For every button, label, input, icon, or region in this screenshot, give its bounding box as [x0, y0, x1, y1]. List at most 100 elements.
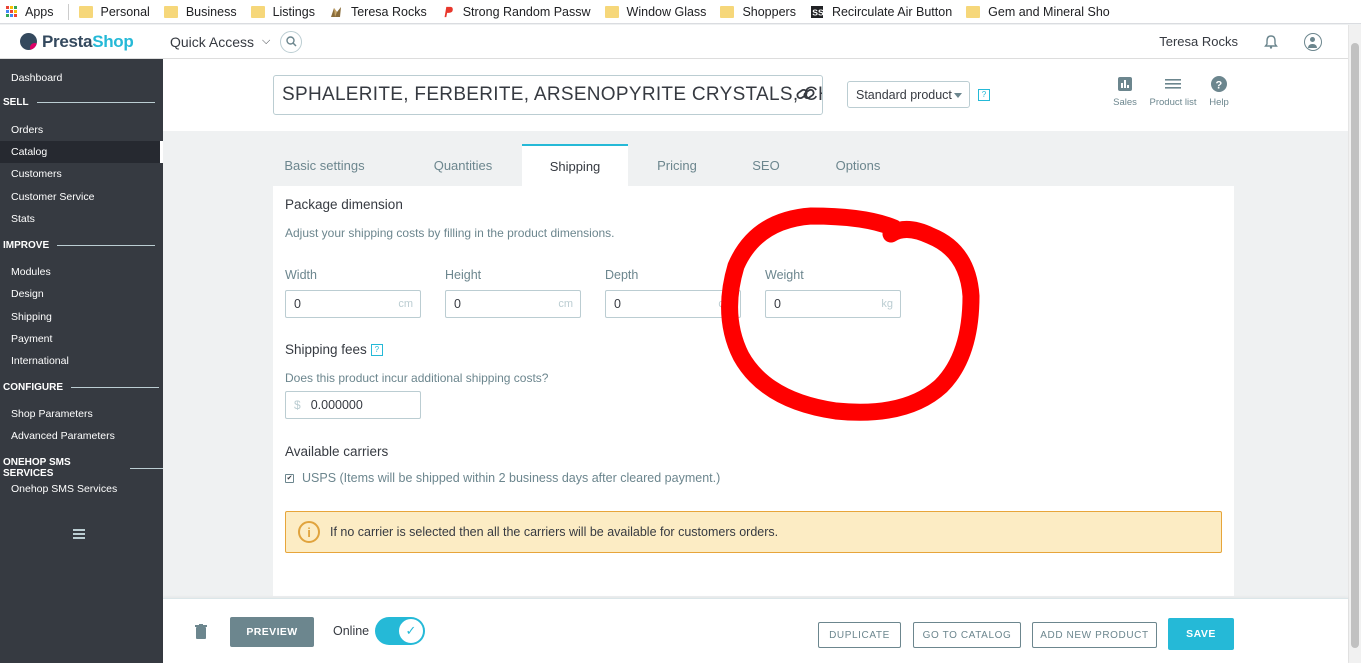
online-toggle[interactable]: ✓	[375, 617, 425, 645]
height-value: 0	[454, 297, 461, 311]
section-title: IMPROVE	[3, 240, 50, 251]
tab-shipping[interactable]: Shipping	[522, 144, 628, 186]
sidebar-item-design[interactable]: Design	[11, 288, 44, 300]
product-name-input[interactable]: SPHALERITE, FERBERITE, ARSENOPYRITE CRYS…	[273, 75, 823, 115]
bookmark-label: Strong Random Passw	[462, 4, 591, 19]
sidebar-item-shop-parameters[interactable]: Shop Parameters	[11, 408, 93, 420]
scrollbar-thumb[interactable]	[1351, 43, 1359, 648]
check-icon: ✓	[398, 618, 424, 644]
bookmark-label: Apps	[25, 4, 54, 19]
depth-value: 0	[614, 297, 621, 311]
preview-button[interactable]: PREVIEW	[230, 617, 314, 647]
sidebar-item-label: Catalog	[11, 146, 48, 158]
sidebar-item-onehop-sms[interactable]: Onehop SMS Services	[11, 483, 117, 495]
tab-quantities[interactable]: Quantities	[406, 144, 520, 186]
height-unit: cm	[558, 298, 573, 310]
trash-icon[interactable]	[195, 624, 207, 639]
help-label: Help	[1209, 97, 1229, 108]
shipping-fees-title: Shipping fees?	[285, 342, 383, 357]
sidebar-item-catalog[interactable]: Catalog	[0, 141, 163, 163]
tab-seo[interactable]: SEO	[741, 144, 791, 186]
product-type-select[interactable]: Standard product	[847, 81, 970, 108]
ss-site-icon: SS	[810, 5, 824, 18]
product-footer-bar: PREVIEW Online ✓ DUPLICATE GO TO CATALOG…	[163, 598, 1348, 663]
add-new-product-button[interactable]: ADD NEW PRODUCT	[1032, 622, 1157, 648]
additional-shipping-cost-input[interactable]: $0.000000	[285, 391, 421, 419]
admin-header: PrestaShop Quick Access ⌵ Teresa Rocks	[0, 25, 1348, 59]
duplicate-button[interactable]: DUPLICATE	[818, 622, 901, 648]
width-unit: cm	[398, 298, 413, 310]
section-title: CONFIGURE	[3, 382, 63, 393]
sidebar-item-customer-service[interactable]: Customer Service	[11, 191, 94, 203]
bookmark-label: Teresa Rocks	[350, 4, 427, 19]
page-scrollbar[interactable]	[1348, 25, 1361, 663]
width-input[interactable]: 0 cm	[285, 290, 421, 318]
width-label: Width	[285, 268, 317, 282]
link-icon[interactable]	[795, 86, 817, 102]
height-label: Height	[445, 268, 482, 282]
help-icon[interactable]: ?	[978, 89, 990, 101]
bookmark-shoppers[interactable]: Shoppers	[720, 5, 796, 19]
user-account-icon[interactable]	[1304, 32, 1322, 51]
bookmark-apps[interactable]: Apps	[6, 5, 54, 19]
sidebar-item-payment[interactable]: Payment	[11, 333, 52, 345]
sidebar-section-configure: CONFIGURE	[3, 382, 159, 393]
carrier-usps-checkbox[interactable]: ✔	[285, 474, 294, 483]
bookmark-recirculate-air[interactable]: SS Recirculate Air Button	[810, 5, 952, 19]
help-icon[interactable]: ?	[370, 344, 383, 357]
carrier-usps-label[interactable]: USPS (Items will be shipped within 2 bus…	[302, 471, 720, 485]
folder-icon	[720, 5, 735, 18]
logo-text: PrestaShop	[42, 32, 134, 52]
save-button[interactable]: SAVE	[1168, 618, 1234, 650]
notifications-bell-icon[interactable]	[1264, 34, 1278, 49]
quick-access-dropdown[interactable]: Quick Access ⌵	[170, 34, 270, 50]
sidebar-item-customers[interactable]: Customers	[11, 168, 62, 180]
sidebar-item-international[interactable]: International	[11, 355, 69, 367]
bookmark-personal[interactable]: Personal	[78, 4, 150, 19]
section-title: ONEHOP SMS SERVICES	[3, 457, 71, 479]
bookmark-label: Shoppers	[742, 4, 796, 19]
sidebar-item-dashboard[interactable]: Dashboard	[11, 72, 62, 84]
bookmark-label: Personal	[100, 4, 150, 19]
sidebar-item-orders[interactable]: Orders	[11, 124, 43, 136]
apps-grid-icon	[6, 6, 17, 17]
search-icon[interactable]	[280, 30, 303, 53]
bookmark-strong-random-password[interactable]: Strong Random Passw	[441, 5, 591, 19]
folder-icon	[604, 5, 619, 18]
bookmark-label: Window Glass	[626, 4, 707, 19]
tab-basic-settings[interactable]: Basic settings	[273, 144, 376, 186]
available-carriers-title: Available carriers	[285, 444, 389, 459]
section-divider	[71, 387, 159, 388]
sales-label: Sales	[1113, 97, 1137, 108]
section-title: SELL	[3, 97, 29, 108]
sales-button[interactable]: Sales	[1113, 75, 1137, 108]
prestashop-logo[interactable]: PrestaShop	[20, 32, 170, 52]
height-input[interactable]: 0 cm	[445, 290, 581, 318]
section-divider	[57, 245, 156, 246]
tab-options[interactable]: Options	[823, 144, 893, 186]
alert-text: If no carrier is selected then all the c…	[330, 525, 779, 539]
bookmark-gem-mineral[interactable]: Gem and Mineral Sho	[966, 5, 1110, 19]
red-circle-annotation	[721, 207, 980, 421]
quick-access-label: Quick Access	[170, 33, 255, 50]
product-list-button[interactable]: Product list	[1146, 75, 1200, 108]
sidebar-item-modules[interactable]: Modules	[11, 266, 51, 278]
go-to-catalog-button[interactable]: GO TO CATALOG	[913, 622, 1021, 648]
bookmark-business[interactable]: Business	[163, 5, 237, 19]
bookmark-label: Gem and Mineral Sho	[988, 4, 1110, 19]
sidebar-item-advanced-parameters[interactable]: Advanced Parameters	[11, 430, 115, 442]
bookmarks-divider	[67, 3, 69, 20]
help-button[interactable]: ? Help	[1207, 75, 1231, 108]
bookmark-teresa-rocks[interactable]: Teresa Rocks	[329, 5, 427, 19]
depth-label: Depth	[605, 268, 639, 282]
bookmark-listings[interactable]: Listings	[250, 5, 315, 19]
folder-icon	[163, 5, 178, 18]
sidebar-item-shipping[interactable]: Shipping	[11, 311, 52, 323]
shipping-fees-question: Does this product incur additional shipp…	[285, 371, 549, 385]
collapse-menu-icon[interactable]	[73, 529, 85, 541]
bookmark-window-glass[interactable]: Window Glass	[604, 4, 707, 19]
sidebar-item-stats[interactable]: Stats	[11, 213, 35, 225]
carrier-info-alert: i If no carrier is selected then all the…	[285, 511, 1222, 553]
tab-pricing[interactable]: Pricing	[643, 144, 711, 186]
employee-name[interactable]: Teresa Rocks	[1159, 34, 1238, 49]
